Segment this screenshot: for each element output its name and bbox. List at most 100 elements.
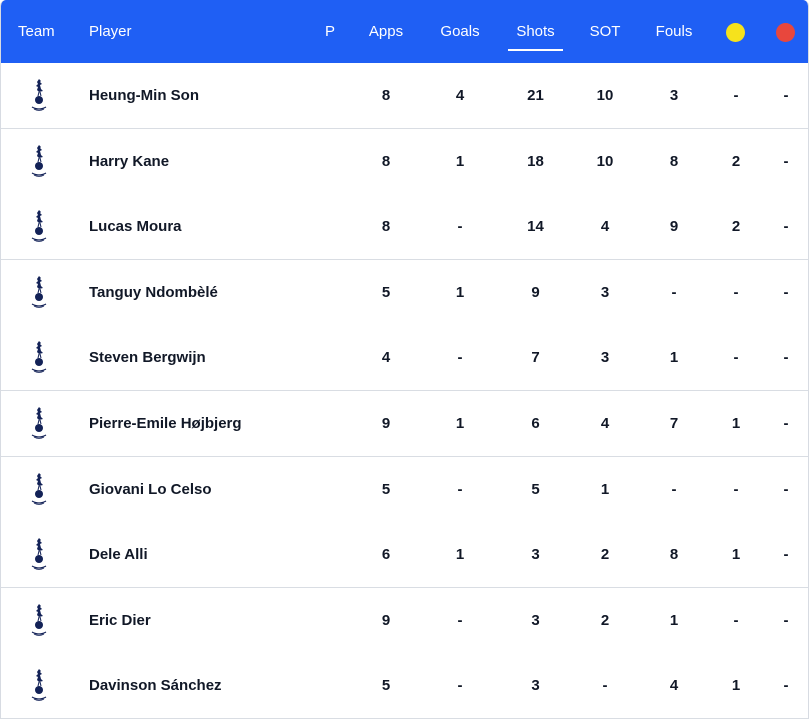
cell-yellow: - (733, 283, 739, 301)
table-row[interactable]: Dele Alli 6 1 3 2 8 1 - (1, 522, 808, 589)
team-crest-icon (31, 406, 47, 440)
table-row[interactable]: Giovani Lo Celso 5 - 5 1 - - - (1, 456, 808, 523)
table-row[interactable]: Steven Bergwijn 4 - 7 3 1 - - (1, 325, 808, 392)
cell-fouls: - (671, 480, 677, 498)
cell-red: - (783, 218, 789, 236)
cell-apps: 8 (381, 218, 391, 236)
player-name[interactable]: Harry Kane (89, 129, 319, 194)
cell-shots: 6 (531, 415, 540, 432)
cell-red: - (783, 415, 789, 432)
cell-fouls: 4 (669, 677, 679, 695)
cell-sot: 10 (596, 152, 614, 170)
column-header-red-cards[interactable] (766, 0, 806, 63)
cell-apps: 8 (381, 152, 391, 170)
cell-goals: 4 (455, 87, 465, 104)
cell-shots: 3 (531, 611, 540, 629)
player-name[interactable]: Pierre-Emile Højbjerg (89, 391, 319, 456)
cell-sot: 4 (600, 415, 610, 432)
cell-shots: 18 (527, 152, 544, 170)
team-crest-icon (31, 340, 47, 374)
player-name[interactable]: Lucas Moura (89, 194, 319, 259)
player-name[interactable]: Dele Alli (89, 522, 319, 587)
table-row[interactable]: Lucas Moura 8 - 14 4 9 2 - (1, 194, 808, 261)
cell-apps: 5 (381, 283, 391, 301)
column-header-yellow-cards[interactable] (716, 0, 756, 63)
table-header: Team Player P Apps Goals Shots SOT Fouls (1, 0, 808, 63)
table-row[interactable]: Tanguy Ndombèlé 5 1 9 3 - - - (1, 259, 808, 326)
cell-fouls: - (671, 283, 677, 301)
team-crest-icon (31, 78, 47, 112)
cell-shots: 14 (527, 218, 544, 236)
cell-shots: 5 (531, 480, 540, 498)
cell-goals: 1 (455, 415, 465, 432)
column-header-goals[interactable]: Goals (435, 0, 485, 63)
cell-red: - (783, 349, 789, 367)
cell-yellow: - (733, 480, 739, 498)
cell-goals: - (457, 480, 463, 498)
cell-fouls: 8 (669, 546, 679, 564)
column-header-p[interactable]: P (319, 0, 341, 63)
cell-shots: 7 (531, 349, 540, 367)
cell-sot: 10 (596, 87, 614, 104)
cell-red: - (783, 677, 789, 695)
column-header-team[interactable]: Team (18, 0, 62, 63)
cell-yellow: - (733, 611, 739, 629)
cell-red: - (783, 87, 789, 104)
yellow-card-icon (726, 23, 745, 42)
team-crest-icon (31, 275, 47, 308)
cell-yellow: 1 (731, 415, 741, 432)
cell-red: - (783, 283, 789, 301)
cell-apps: 4 (381, 349, 391, 367)
column-header-sot[interactable]: SOT (585, 0, 625, 63)
cell-shots: 3 (531, 677, 540, 695)
team-crest-icon (31, 668, 47, 702)
cell-goals: 1 (455, 152, 465, 170)
cell-apps: 9 (381, 611, 391, 629)
cell-goals: - (457, 611, 463, 629)
cell-sot: 4 (600, 218, 610, 236)
cell-sot: 1 (600, 480, 610, 498)
cell-shots: 3 (531, 546, 540, 564)
cell-fouls: 9 (669, 218, 679, 236)
player-stats-table: Team Player P Apps Goals Shots SOT Fouls… (0, 0, 809, 719)
column-header-shots[interactable]: Shots (508, 0, 563, 63)
cell-goals: - (457, 677, 463, 695)
cell-fouls: 8 (669, 152, 679, 170)
cell-yellow: - (733, 87, 739, 104)
cell-yellow: 2 (731, 218, 741, 236)
cell-goals: - (457, 218, 463, 236)
cell-fouls: 7 (669, 415, 679, 432)
cell-shots: 21 (527, 87, 544, 104)
player-name[interactable]: Steven Bergwijn (89, 325, 319, 390)
cell-yellow: 1 (731, 546, 741, 564)
cell-goals: 1 (455, 546, 465, 564)
column-header-apps[interactable]: Apps (361, 0, 411, 63)
cell-fouls: 3 (669, 87, 679, 104)
red-card-icon (776, 23, 795, 42)
cell-fouls: 1 (669, 349, 679, 367)
player-name[interactable]: Giovani Lo Celso (89, 457, 319, 522)
cell-goals: 1 (455, 283, 465, 301)
cell-sot: 2 (600, 611, 610, 629)
cell-apps: 5 (381, 480, 391, 498)
team-crest-icon (31, 603, 47, 636)
cell-yellow: - (733, 349, 739, 367)
player-name[interactable]: Tanguy Ndombèlé (89, 260, 319, 325)
cell-red: - (783, 546, 789, 564)
table-row[interactable]: Davinson Sánchez 5 - 3 - 4 1 - (1, 653, 808, 719)
cell-apps: 5 (381, 677, 391, 695)
table-row[interactable]: Heung-Min Son 8 4 21 10 3 - - (1, 63, 808, 129)
cell-goals: - (457, 349, 463, 367)
player-name[interactable]: Heung-Min Son (89, 63, 319, 128)
table-row[interactable]: Harry Kane 8 1 18 10 8 2 - (1, 128, 808, 195)
cell-sot: 3 (600, 283, 610, 301)
column-header-fouls[interactable]: Fouls (649, 0, 699, 63)
player-name[interactable]: Eric Dier (89, 588, 319, 653)
table-row[interactable]: Pierre-Emile Højbjerg 9 1 6 4 7 1 - (1, 391, 808, 457)
cell-red: - (783, 480, 789, 498)
table-row[interactable]: Eric Dier 9 - 3 2 1 - - (1, 587, 808, 654)
cell-sot: 2 (600, 546, 610, 564)
player-name[interactable]: Davinson Sánchez (89, 653, 319, 718)
cell-yellow: 1 (731, 677, 741, 695)
column-header-player[interactable]: Player (89, 0, 169, 63)
